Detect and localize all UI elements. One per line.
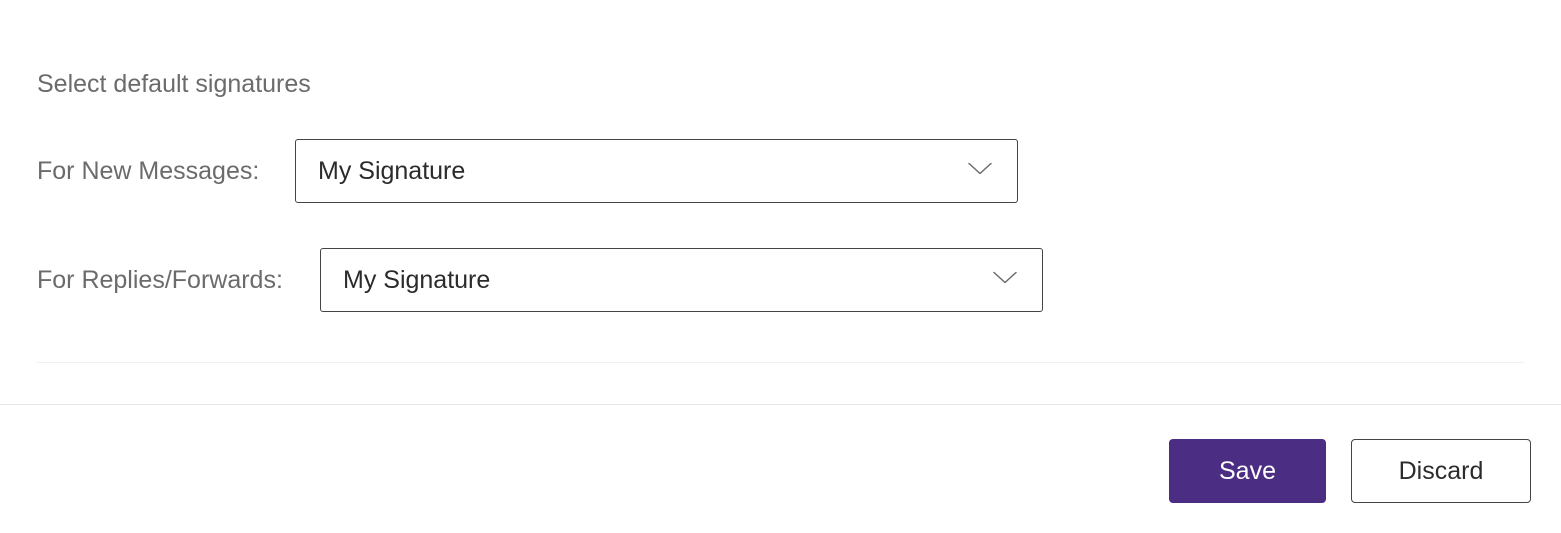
signature-settings-section: Select default signatures For New Messag… [0,0,1561,312]
new-messages-selected-value: My Signature [318,157,995,186]
new-messages-label: For New Messages: [37,157,295,186]
new-messages-row: For New Messages: My Signature [37,139,1524,203]
chevron-down-icon [992,271,1018,290]
replies-forwards-label: For Replies/Forwards: [37,266,320,295]
save-button[interactable]: Save [1169,439,1326,503]
discard-button[interactable]: Discard [1351,439,1531,503]
section-title: Select default signatures [37,70,1524,99]
replies-forwards-dropdown[interactable]: My Signature [320,248,1043,312]
chevron-down-icon [967,162,993,181]
footer-actions: Save Discard [1169,439,1531,503]
section-divider [37,362,1524,363]
page-divider [0,404,1561,405]
new-messages-dropdown[interactable]: My Signature [295,139,1018,203]
replies-forwards-selected-value: My Signature [343,266,1020,295]
replies-forwards-row: For Replies/Forwards: My Signature [37,248,1524,312]
